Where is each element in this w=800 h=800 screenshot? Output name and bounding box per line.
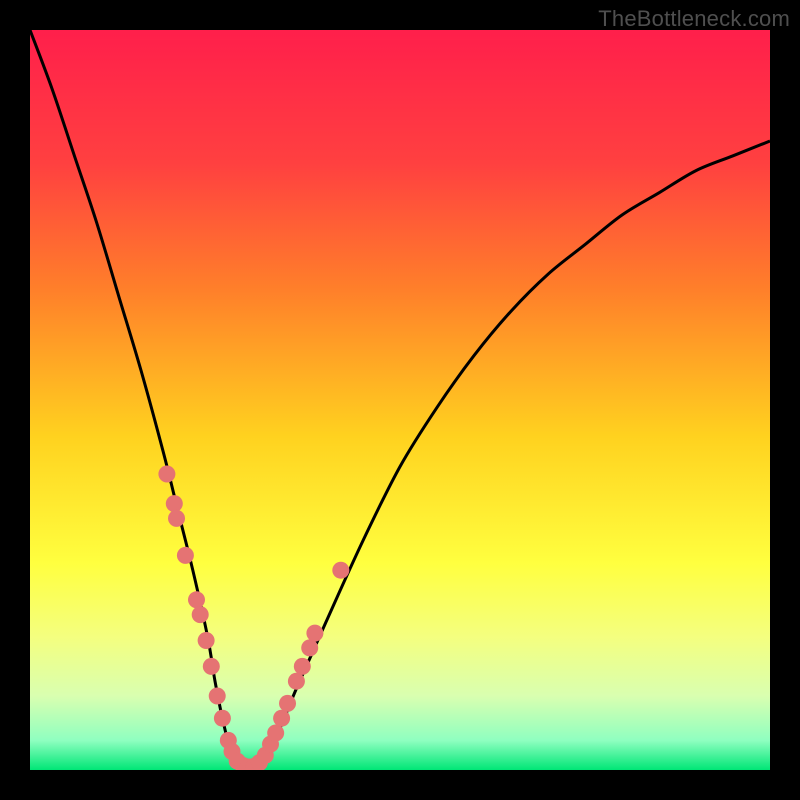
watermark-text: TheBottleneck.com — [598, 6, 790, 32]
data-marker — [267, 725, 284, 742]
data-marker — [288, 673, 305, 690]
data-marker — [168, 510, 185, 527]
bottleneck-curve — [30, 30, 770, 770]
data-marker — [273, 710, 290, 727]
data-marker — [294, 658, 311, 675]
data-marker — [301, 639, 318, 656]
data-marker — [203, 658, 220, 675]
data-marker — [209, 688, 226, 705]
data-marker — [198, 632, 215, 649]
data-marker — [166, 495, 183, 512]
plot-area — [30, 30, 770, 770]
data-marker — [188, 591, 205, 608]
data-markers — [158, 466, 349, 771]
data-marker — [332, 562, 349, 579]
curve-layer — [30, 30, 770, 770]
data-marker — [192, 606, 209, 623]
data-marker — [306, 625, 323, 642]
data-marker — [177, 547, 194, 564]
chart-frame: TheBottleneck.com — [0, 0, 800, 800]
data-marker — [279, 695, 296, 712]
data-marker — [158, 466, 175, 483]
data-marker — [214, 710, 231, 727]
